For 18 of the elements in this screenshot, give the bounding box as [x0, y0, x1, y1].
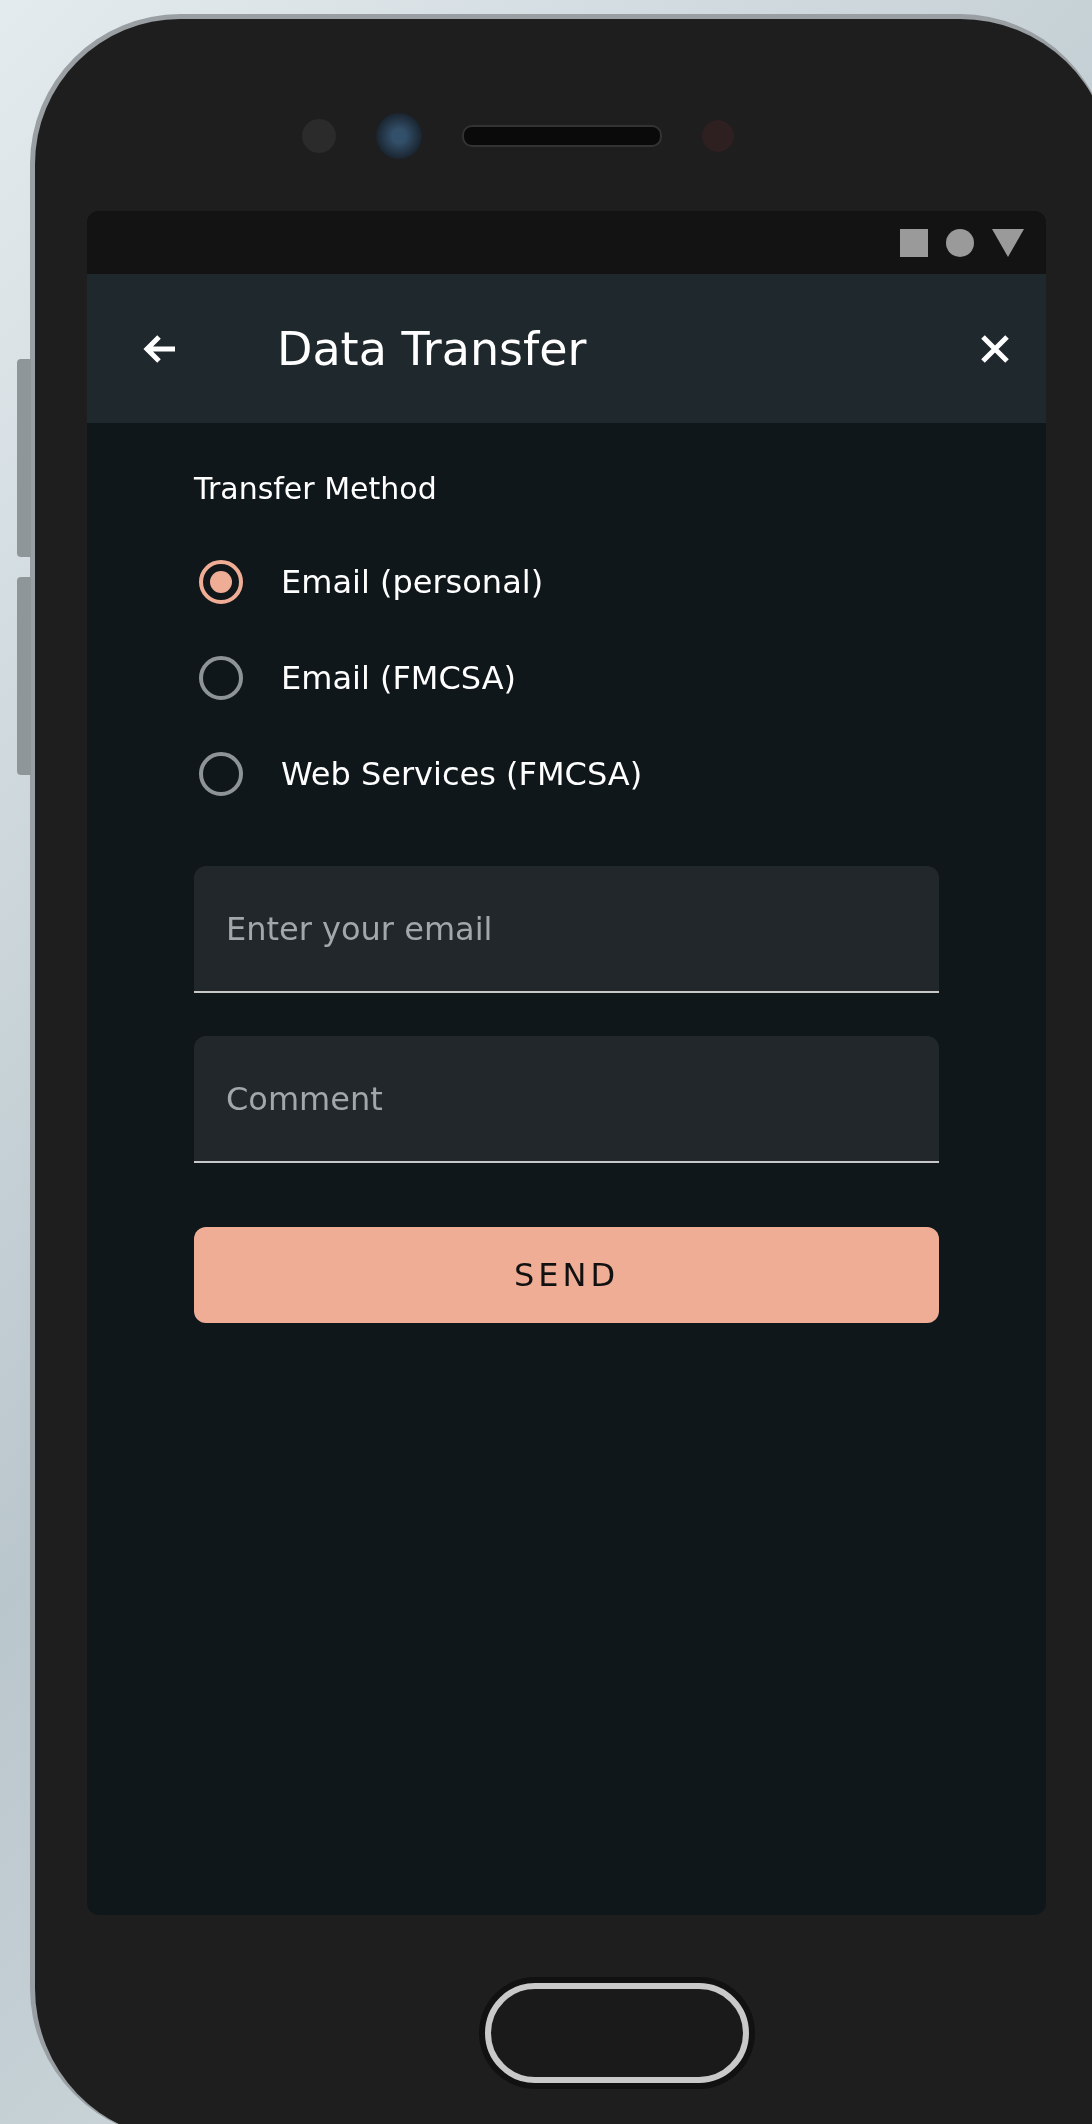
- input-field[interactable]: Enter your email: [194, 866, 939, 993]
- input-field[interactable]: Comment: [194, 1036, 939, 1163]
- speaker-icon: [461, 125, 662, 147]
- section-label: Transfer Method: [194, 471, 438, 506]
- radio-button[interactable]: [199, 656, 243, 700]
- camera-icon: [375, 113, 422, 159]
- triangle-icon: [992, 228, 1024, 257]
- radio-button[interactable]: [199, 752, 243, 796]
- radio-option[interactable]: Email (FMCSA): [194, 630, 517, 726]
- close-icon[interactable]: [980, 333, 1010, 364]
- send-button[interactable]: SEND: [194, 1227, 939, 1323]
- screen-title: Data Transfer: [277, 321, 588, 376]
- radio-option[interactable]: Email (personal): [194, 534, 544, 630]
- circle-icon: [946, 228, 974, 257]
- back-arrow-icon[interactable]: [143, 333, 177, 364]
- radio-button[interactable]: [199, 560, 243, 604]
- radio-option[interactable]: Web Services (FMCSA): [194, 726, 643, 822]
- square-icon: [900, 228, 928, 257]
